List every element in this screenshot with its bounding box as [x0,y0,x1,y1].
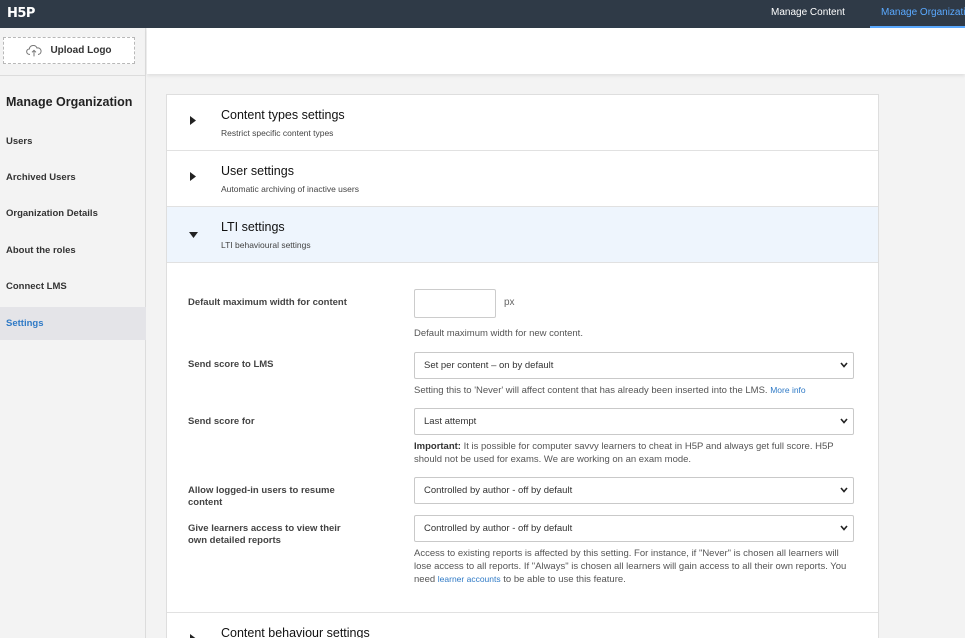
sidebar-divider [0,75,146,76]
top-bar: H5P Manage Content Manage Organization [0,0,965,28]
sidebar-item-organization-details[interactable]: Organization Details [0,197,146,230]
reports-label: Give learners access to view their own d… [188,523,341,546]
upload-logo-label: Upload Logo [50,45,112,56]
send-score-select[interactable]: Set per content – on by default [414,352,854,379]
section-title: LTI settings [221,220,285,234]
reports-value: Controlled by author - off by default [424,523,573,534]
important-label: Important: [414,441,461,452]
learner-accounts-link[interactable]: learner accounts [438,574,501,584]
cloud-upload-icon [26,44,43,56]
section-subtitle: Restrict specific content types [221,128,334,138]
caret-down-icon [189,232,198,238]
nav-manage-organization[interactable]: Manage Organization [870,0,965,28]
more-info-link[interactable]: More info [770,385,805,395]
send-score-for-help: Important: It is possible for computer s… [414,441,854,466]
section-subtitle: Automatic archiving of inactive users [221,184,359,194]
chevron-down-icon [840,525,848,531]
send-score-help-text: Setting this to 'Never' will affect cont… [414,385,768,396]
sidebar-item-users[interactable]: Users [0,125,146,158]
resume-value: Controlled by author - off by default [424,485,573,496]
caret-right-icon [190,172,196,181]
resume-select[interactable]: Controlled by author - off by default [414,477,854,504]
send-score-label: Send score to LMS [188,359,274,370]
max-width-help: Default maximum width for new content. [414,328,583,339]
settings-panel: Content types settings Restrict specific… [166,94,879,638]
caret-right-icon [190,116,196,125]
sidebar: Upload Logo Manage Organization Users Ar… [0,28,146,638]
send-score-for-value: Last attempt [424,416,477,427]
nav-manage-content[interactable]: Manage Content [771,0,845,28]
chevron-down-icon [840,487,848,493]
caret-right-icon [190,634,196,638]
reports-help: Access to existing reports is affected b… [414,548,854,587]
max-width-input[interactable] [414,289,496,318]
h5p-logo[interactable]: H5P [7,6,35,21]
send-score-for-label: Send score for [188,416,255,427]
section-title: Content behaviour settings [221,626,370,638]
resume-label: Allow logged-in users to resume content [188,485,335,508]
send-score-for-help-text: It is possible for computer savvy learne… [414,441,834,465]
sidebar-item-connect-lms[interactable]: Connect LMS [0,270,146,303]
reports-select[interactable]: Controlled by author - off by default [414,515,854,542]
send-score-help: Setting this to 'Never' will affect cont… [414,384,854,398]
header-band [147,28,965,74]
chevron-down-icon [840,418,848,424]
section-title: User settings [221,164,294,178]
chevron-down-icon [840,362,848,368]
section-user-settings[interactable]: User settings Automatic archiving of ina… [167,151,878,207]
section-title: Content types settings [221,108,345,122]
sidebar-title: Manage Organization [6,95,133,109]
section-lti-settings[interactable]: LTI settings LTI behavioural settings [167,207,878,263]
sidebar-item-about-roles[interactable]: About the roles [0,234,146,267]
sidebar-item-settings[interactable]: Settings [0,307,146,340]
max-width-unit: px [504,297,515,308]
reports-help-text-end: to be able to use this feature. [500,574,626,585]
send-score-value: Set per content – on by default [424,360,554,371]
max-width-label: Default maximum width for content [188,297,347,308]
send-score-for-select[interactable]: Last attempt [414,408,854,435]
upload-logo-button[interactable]: Upload Logo [3,37,135,64]
section-content-types[interactable]: Content types settings Restrict specific… [167,95,878,151]
section-content-behaviour[interactable]: Content behaviour settings [167,612,878,638]
sidebar-item-archived-users[interactable]: Archived Users [0,161,146,194]
section-subtitle: LTI behavioural settings [221,240,311,250]
